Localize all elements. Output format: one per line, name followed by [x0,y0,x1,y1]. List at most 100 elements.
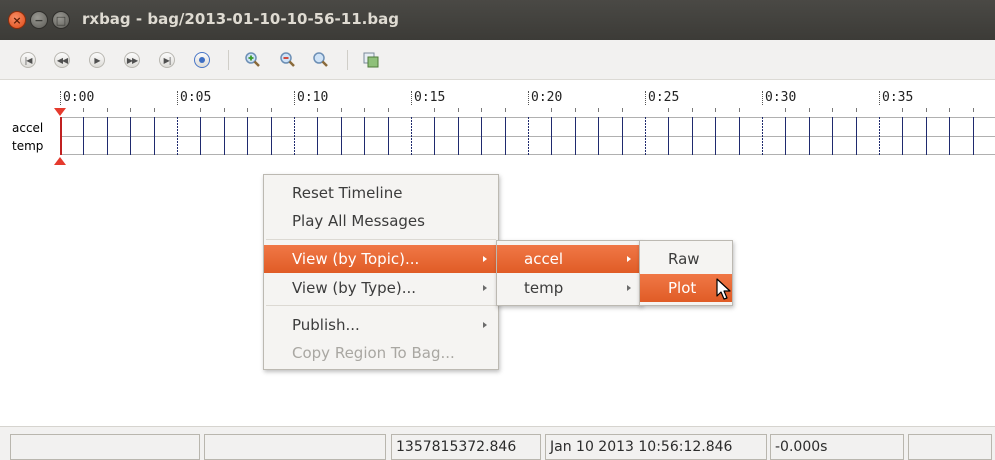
submenu-arrow-icon [483,256,487,262]
grid-line [130,117,131,155]
end-marker-icon[interactable] [54,157,66,165]
zoom-in-button[interactable] [244,51,262,69]
play-button[interactable]: ▶ [88,51,106,69]
toolbar: |◀ ◀◀ ▶ ▶▶ ▶| [0,40,995,80]
playhead-line[interactable] [60,117,62,155]
grid-line [598,117,599,155]
status-timestamp: 1357815372.846 [391,434,541,460]
grid-line [505,117,506,155]
menu-separator [266,305,496,306]
tick-label: 0:30 [765,90,797,105]
grid-line [622,117,623,155]
menu-item-reset-timeline[interactable]: Reset Timeline [264,179,498,207]
begin-button[interactable]: |◀ [19,51,37,69]
close-window-button[interactable]: × [8,11,26,29]
play-icon: ▶ [89,52,105,68]
maximize-icon: □ [55,13,67,27]
start-marker-icon[interactable] [54,108,66,116]
topic-submenu: accel temp [496,240,642,306]
rewind-button[interactable]: ◀◀ [53,51,71,69]
submenu-item-raw[interactable]: Raw [640,245,732,273]
minor-tick [107,108,108,112]
minor-tick [949,108,950,112]
major-tick [294,91,295,105]
menu-item-label: temp [524,279,564,297]
grid-line [692,117,693,155]
context-menu: Reset Timeline Play All Messages View (b… [263,174,499,370]
grid-line [856,117,857,155]
topic-label-temp[interactable]: temp [12,139,43,153]
menu-item-view-by-type[interactable]: View (by Type)... [264,274,498,302]
mouse-pointer-icon [716,278,731,300]
stop-button[interactable] [193,51,211,69]
grid-line [926,117,927,155]
minor-tick [575,108,576,112]
minor-tick [224,108,225,112]
minor-tick [83,108,84,112]
status-cell-empty [908,434,992,460]
grid-line [528,117,529,155]
grid-line [458,117,459,155]
status-datetime: Jan 10 2013 10:56:12.846 [545,434,767,460]
minimize-window-button[interactable]: − [30,11,48,29]
grid-line [341,117,342,155]
menu-item-label: Publish... [292,316,360,334]
grid-line [388,117,389,155]
tick-label: 0:25 [648,90,680,105]
grid-line [107,117,108,155]
tick-label: 0:15 [414,90,446,105]
status-cell-empty [204,434,386,460]
grid-line [645,117,646,155]
menu-item-label: View (by Type)... [292,279,416,297]
major-tick [645,91,646,105]
submenu-arrow-icon [627,285,631,291]
menu-item-view-by-topic[interactable]: View (by Topic)... [264,245,498,273]
maximize-window-button[interactable]: □ [52,11,70,29]
grid-line [177,117,178,155]
minor-tick [130,108,131,112]
status-bar: 1357815372.846 Jan 10 2013 10:56:12.846 … [0,426,995,460]
thumbnails-icon [363,52,379,68]
minor-tick [902,108,903,112]
menu-item-play-all-messages[interactable]: Play All Messages [264,207,498,235]
grid-line [668,117,669,155]
zoom-out-icon [280,52,295,67]
zoom-reset-button[interactable] [312,51,330,69]
minor-tick [200,108,201,112]
zoom-out-button[interactable] [279,51,297,69]
stop-icon [194,52,210,68]
minor-tick [271,108,272,112]
menu-item-label: Reset Timeline [292,184,403,202]
tick-label: 0:05 [180,90,212,105]
grid-line [949,117,950,155]
grid-line [154,117,155,155]
close-icon: × [12,13,22,27]
minor-tick [317,108,318,112]
minor-tick [809,108,810,112]
submenu-item-temp[interactable]: temp [497,274,641,302]
menu-item-publish[interactable]: Publish... [264,311,498,339]
submenu-item-accel[interactable]: accel [497,245,641,273]
minimize-icon: − [34,13,44,27]
minor-tick [973,108,974,112]
menu-item-label: Plot [668,279,697,297]
tick-label: 0:20 [531,90,563,105]
grid-line [762,117,763,155]
toolbar-separator [228,50,229,70]
topic-label-accel[interactable]: accel [12,121,43,135]
grid-line [879,117,880,155]
toolbar-separator [347,50,348,70]
fast-forward-button[interactable]: ▶▶ [123,51,141,69]
grid-line [902,117,903,155]
major-tick [879,91,880,105]
minor-tick [341,108,342,112]
grid-line [575,117,576,155]
status-elapsed: -0.000s [770,434,904,460]
grid-line [83,117,84,155]
submenu-arrow-icon [483,285,487,291]
minor-tick [739,108,740,112]
grid-line [715,117,716,155]
minor-tick [505,108,506,112]
end-button[interactable]: ▶| [158,51,176,69]
thumbnails-button[interactable] [362,51,380,69]
